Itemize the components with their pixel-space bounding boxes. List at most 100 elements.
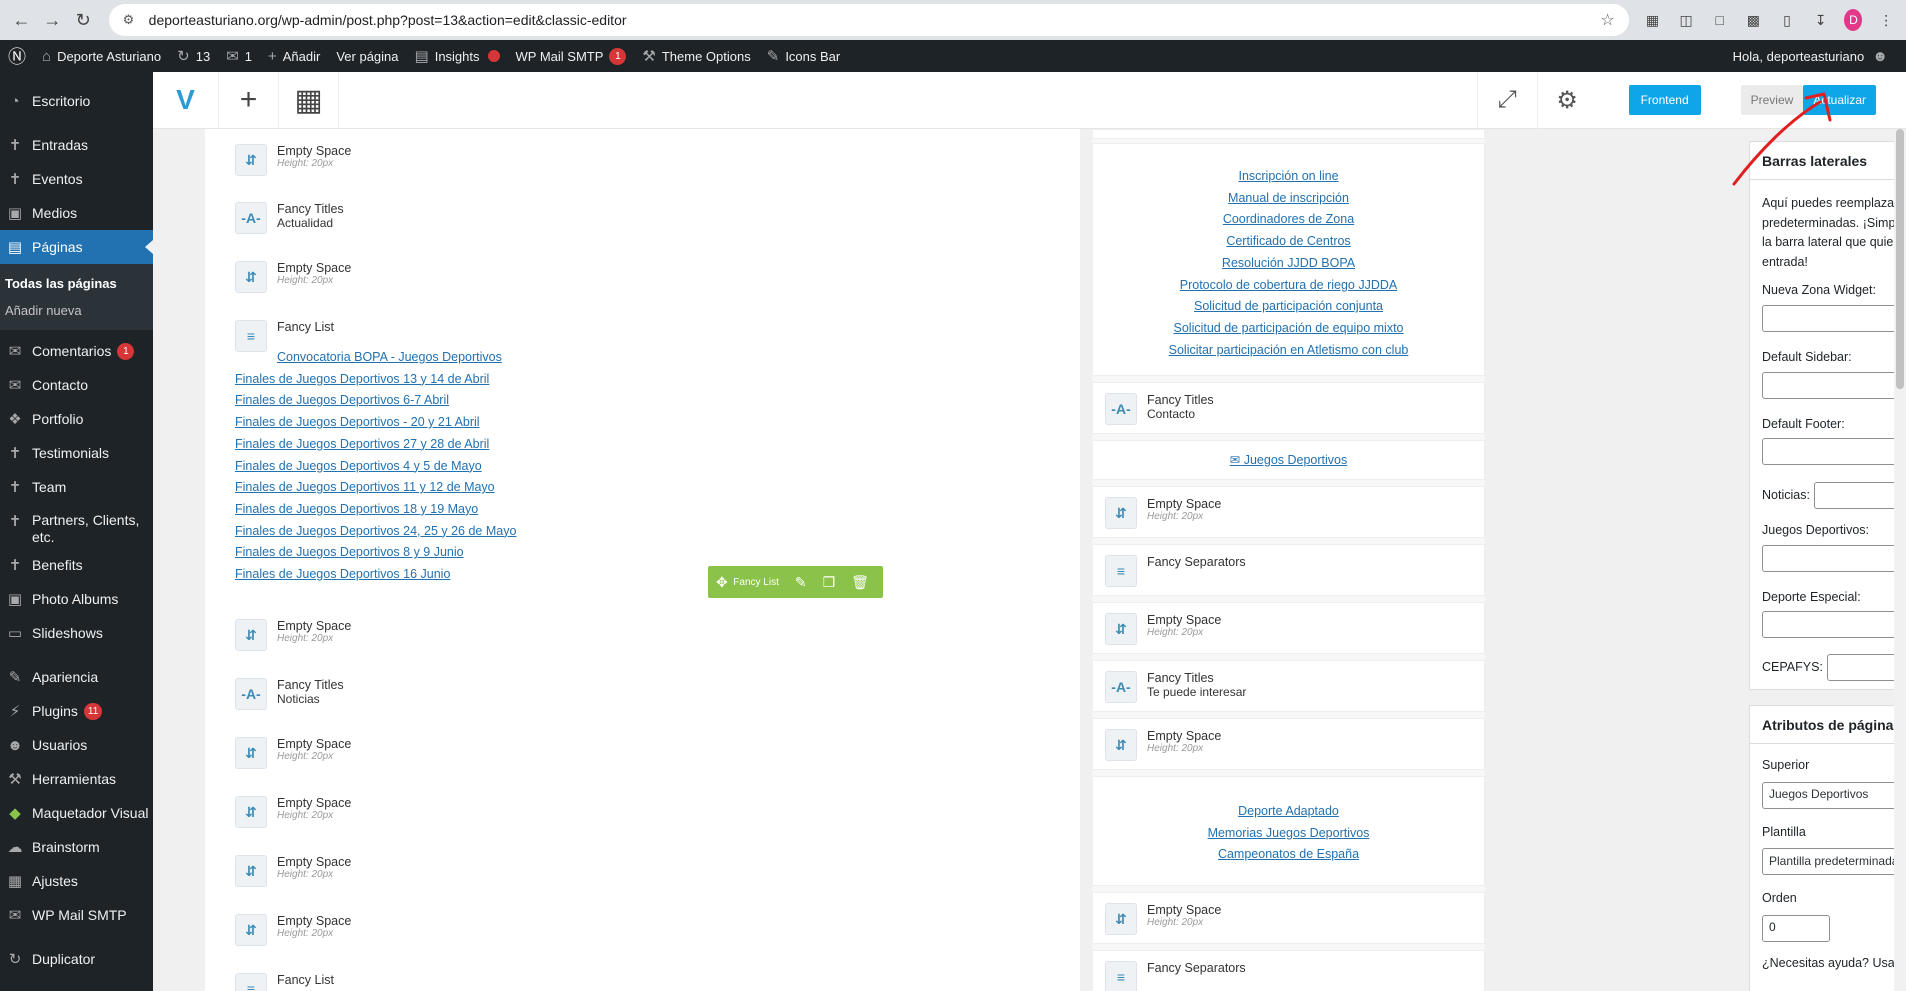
menu-ajustes[interactable]: ▦ Ajustes: [0, 864, 153, 898]
profile-avatar[interactable]: D: [1844, 9, 1863, 31]
menu-usuarios[interactable]: ☻ Usuarios: [0, 728, 153, 762]
element-empty-space[interactable]: ⇵ Empty Space Height: 20px: [235, 619, 351, 651]
menu-maquetador[interactable]: ◆ Maquetador Visual: [0, 796, 153, 830]
deporte-especial-select[interactable]: ⌄: [1762, 611, 1906, 639]
screenshot-icon[interactable]: □: [1710, 8, 1730, 32]
solicitud-atletismo-link[interactable]: Solicitar participación en Atletismo con…: [1093, 340, 1484, 362]
back-icon[interactable]: ←: [10, 6, 33, 34]
element-fancy-titles[interactable]: -A- Fancy Titles Actualidad: [235, 202, 344, 234]
inscription-link[interactable]: Inscripción on line: [1093, 166, 1484, 188]
menu-brainstorm[interactable]: ☁ Brainstorm: [0, 830, 153, 864]
menu-portfolio[interactable]: ❖ Portfolio: [0, 402, 153, 436]
element-empty-space[interactable]: ⇵ Empty Space Height: 20px: [235, 261, 351, 293]
sidepanel-icon[interactable]: ▯: [1777, 8, 1797, 32]
card-empty-space[interactable]: ⇵ Empty Space Height: 20px: [1092, 892, 1485, 944]
fancy-list-link[interactable]: Finales de Juegos Deportivos 24, 25 y 26…: [235, 521, 516, 543]
fancy-list-link[interactable]: Finales de Juegos Deportivos 8 y 9 Junio: [235, 542, 516, 564]
menu-paginas[interactable]: ▤ Páginas: [0, 230, 153, 264]
page-scrollbar[interactable]: [1894, 129, 1906, 991]
vc-logo-icon[interactable]: V: [153, 71, 219, 129]
fancy-list-link[interactable]: Finales de Juegos Deportivos 13 y 14 de …: [235, 369, 516, 391]
menu-apariencia[interactable]: ✎ Apariencia: [0, 660, 153, 694]
bookmark-star-icon[interactable]: ☆: [1600, 10, 1614, 30]
new-content-link[interactable]: + Añadir: [260, 40, 328, 72]
coordinadores-link[interactable]: Coordinadores de Zona: [1093, 209, 1484, 231]
resolucion-link[interactable]: Resolución JJDD BOPA: [1093, 253, 1484, 275]
site-name-link[interactable]: ⌂ Deporte Asturiano: [34, 40, 169, 72]
updates-link[interactable]: ↻ 13: [169, 40, 218, 72]
menu-plugins[interactable]: ⚡ Plugins 11: [0, 694, 153, 728]
site-info-icon[interactable]: ⚙: [123, 12, 139, 28]
smtp-link[interactable]: WP Mail SMTP 1: [508, 40, 635, 72]
juegos-mail-link[interactable]: ✉ Juegos Deportivos: [1093, 450, 1484, 472]
nueva-zona-select[interactable]: ⌄: [1762, 304, 1906, 332]
download-icon[interactable]: ↧: [1811, 8, 1831, 32]
certificado-link[interactable]: Certificado de Centros: [1093, 231, 1484, 253]
fancy-list-link[interactable]: Finales de Juegos Deportivos 16 Junio: [235, 564, 516, 586]
juegos-select[interactable]: ⌄: [1762, 544, 1906, 572]
element-empty-space[interactable]: ⇵ Empty Space Height: 20px: [235, 855, 351, 887]
protocolo-link[interactable]: Protocolo de cobertura de riego JJDDA: [1093, 275, 1484, 297]
fancy-list-link[interactable]: Convocatoria BOPA - Juegos Deportivos: [235, 347, 516, 369]
clone-element-button[interactable]: ❐: [815, 566, 844, 598]
noticias-select[interactable]: ⌄: [1813, 482, 1906, 510]
delete-element-button[interactable]: 🗑: [843, 566, 877, 598]
frontend-button[interactable]: Frontend: [1628, 85, 1701, 115]
solicitud-conjunta-link[interactable]: Solicitud de participación conjunta: [1093, 296, 1484, 318]
settings-gear-icon[interactable]: ⚙: [1536, 71, 1597, 129]
menu-medios[interactable]: ▣ Medios: [0, 196, 153, 230]
card-fancy-titles-contacto[interactable]: -A- Fancy Titles Contacto: [1092, 382, 1485, 434]
edit-element-button[interactable]: ✎: [787, 566, 815, 598]
reload-icon[interactable]: ↻: [72, 6, 95, 34]
fancy-list-link[interactable]: Finales de Juegos Deportivos 27 y 28 de …: [235, 434, 516, 456]
solicitud-mixto-link[interactable]: Solicitud de participación de equipo mix…: [1093, 318, 1484, 340]
menu-photo-albums[interactable]: ▣ Photo Albums: [0, 582, 153, 616]
move-handle[interactable]: ✥ Fancy List: [708, 566, 787, 598]
submenu-todas-paginas[interactable]: Todas las páginas: [0, 270, 153, 297]
default-sidebar-select[interactable]: ⌄: [1762, 371, 1906, 399]
add-element-icon[interactable]: +: [219, 71, 279, 129]
menu-herramientas[interactable]: ⚒ Herramientas: [0, 762, 153, 796]
plantilla-select[interactable]: Plantilla predeterminada⌄: [1762, 848, 1906, 876]
menu-kebab-icon[interactable]: ⋮: [1876, 8, 1896, 32]
wp-logo-icon[interactable]: Ⓝ: [0, 40, 34, 72]
campeonatos-link[interactable]: Campeonatos de España: [1093, 844, 1484, 866]
layout-template-icon[interactable]: ▦: [279, 71, 339, 129]
card-empty-space[interactable]: ⇵ Empty Space Height: 20px: [1092, 602, 1485, 654]
menu-team[interactable]: ✝ Team: [0, 470, 153, 504]
menu-testimonials[interactable]: ✝ Testimonials: [0, 436, 153, 470]
fancy-list-link[interactable]: Finales de Juegos Deportivos 6-7 Abril: [235, 390, 516, 412]
insights-link[interactable]: ▤ Insights: [407, 40, 508, 72]
translate-icon[interactable]: ◫: [1676, 8, 1696, 32]
card-empty-space[interactable]: ⇵ Empty Space Height: 20px: [1092, 718, 1485, 770]
menu-slideshows[interactable]: ▭ Slideshows: [0, 616, 153, 650]
manual-link[interactable]: Manual de inscripción: [1093, 188, 1484, 210]
extension-icon[interactable]: ▦: [1643, 8, 1663, 32]
element-empty-space[interactable]: ⇵ Empty Space Height: 20px: [235, 144, 351, 176]
deporte-adaptado-link[interactable]: Deporte Adaptado: [1093, 801, 1484, 823]
icons-bar-link[interactable]: ✎ Icons Bar: [759, 40, 849, 72]
menu-wp-mail-smtp[interactable]: ✉ WP Mail SMTP: [0, 898, 153, 932]
element-fancy-list[interactable]: ≡ Fancy List: [235, 973, 334, 991]
element-fancy-titles[interactable]: -A- Fancy Titles Noticias: [235, 678, 344, 710]
element-empty-space[interactable]: ⇵ Empty Space Height: 20px: [235, 914, 351, 946]
view-page-link[interactable]: Ver página: [328, 40, 406, 72]
superior-select[interactable]: Juegos Deportivos⌄: [1762, 781, 1906, 809]
scrollbar-thumb[interactable]: [1896, 129, 1904, 389]
menu-partners[interactable]: ✝ Partners, Clients, etc.: [0, 504, 153, 548]
fancy-list-link[interactable]: Finales de Juegos Deportivos 18 y 19 May…: [235, 499, 516, 521]
theme-options-link[interactable]: ⚒ Theme Options: [634, 40, 758, 72]
menu-comentarios[interactable]: ✉ Comentarios 1: [0, 334, 153, 368]
default-footer-select[interactable]: ⌄: [1762, 438, 1906, 466]
memorias-link[interactable]: Memorias Juegos Deportivos: [1093, 823, 1484, 845]
card-fancy-titles-te-puede[interactable]: -A- Fancy Titles Te puede interesar: [1092, 660, 1485, 712]
element-empty-space[interactable]: ⇵ Empty Space Height: 20px: [235, 796, 351, 828]
menu-entradas[interactable]: ✝ Entradas: [0, 128, 153, 162]
menu-escritorio[interactable]: ◔ Escritorio: [0, 84, 153, 118]
address-bar[interactable]: ⚙ deporteasturiano.org/wp-admin/post.php…: [108, 4, 1629, 36]
element-empty-space[interactable]: ⇵ Empty Space Height: 20px: [235, 737, 351, 769]
puzzle-icon[interactable]: ▩: [1744, 8, 1764, 32]
card-fancy-separators[interactable]: ≡ Fancy Separators: [1092, 950, 1485, 991]
user-greeting[interactable]: Hola, deporteasturiano ☻: [1725, 40, 1896, 72]
submenu-anadir-nueva[interactable]: Añadir nueva: [0, 297, 153, 324]
